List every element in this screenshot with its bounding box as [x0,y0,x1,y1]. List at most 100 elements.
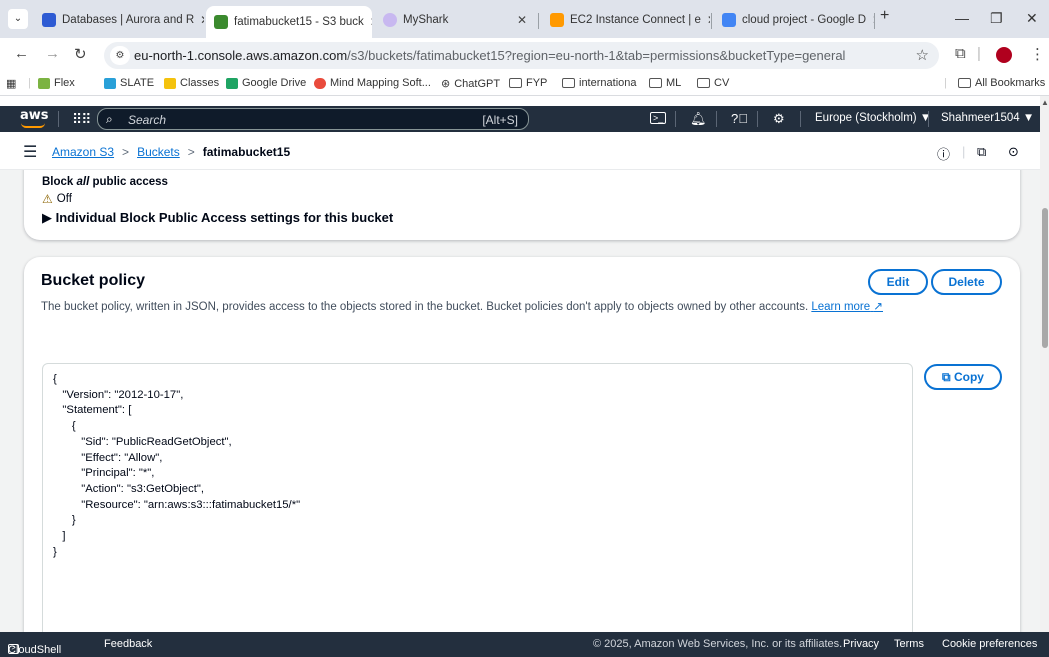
policy-json-viewer[interactable]: { "Version": "2012-10-17", "Statement": … [42,363,913,632]
bookmark-cv[interactable]: CV [697,77,729,89]
copyright-text: © 2025, Amazon Web Services, Inc. or its… [593,638,843,650]
aws-top-nav: aws ⠿⠿ ⌕ Search [Alt+S] >_ 🔔︎ ?⃝ ⚙ Europ… [0,106,1049,132]
address-bar-row: ← → ↻ ⚙ eu-north-1.console.aws.amazon.co… [0,38,1049,72]
extensions-icon[interactable]: ⧉ [955,45,966,62]
block-public-access-title: Block all public access [42,176,168,188]
scroll-up-arrow-icon[interactable]: ▲ [1041,98,1049,107]
back-arrow-icon[interactable]: ← [14,45,29,62]
hamburger-menu-icon[interactable]: ☰ [23,142,37,162]
bucket-policy-title: Bucket policy [41,272,146,289]
breadcrumb-separator: > [122,145,130,159]
page-scrollbar[interactable]: ▲ ▼ [1040,96,1049,657]
bookmark-slate[interactable]: SLATE [104,77,154,89]
account-menu[interactable]: Shahmeer1504 ▼ [941,112,1034,124]
folder-icon [509,78,522,88]
help-icon[interactable]: ?⃝ [731,111,748,126]
feedback-link[interactable]: Feedback [104,638,152,650]
nav-divider [757,111,758,127]
warning-icon: ⚠ [42,192,53,206]
search-icon: ⌕ [106,112,113,126]
nav-divider [716,111,717,127]
aws-logo[interactable]: aws [20,108,49,128]
slate-icon [104,77,116,89]
aws-search-input[interactable]: ⌕ Search [Alt+S] [97,108,529,130]
bookmark-chatgpt[interactable]: ⊛ ChatGPT [441,77,500,91]
copy-button[interactable]: ⧉ Copy [924,364,1002,390]
breadcrumb-separator: > [187,145,195,159]
bookmark-fyp[interactable]: FYP [509,77,547,89]
classes-icon [164,77,176,89]
main-content: Block all public access ⚠ Off ▶ Individu… [0,170,1040,632]
cloudshell-icon[interactable]: >_ [650,112,667,124]
tab-cloud-project[interactable]: cloud project - Google D ✕ [714,6,874,34]
cookie-preferences-link[interactable]: Cookie preferences [942,638,1037,650]
privacy-link[interactable]: Privacy [843,638,879,650]
restore-icon[interactable]: ❐ [990,10,1003,27]
split-panel-icon[interactable]: ⧉ [977,144,986,160]
delete-button[interactable]: Delete [931,269,1002,295]
bookmark-divider: | [944,77,947,89]
learn-more-link[interactable]: Learn more ↗ [811,301,883,313]
tab-databases[interactable]: Databases | Aurora and R ✕ [34,6,204,34]
console-footer: > CloudShell Feedback © 2025, Amazon Web … [0,632,1049,657]
bookmark-mind-mapping[interactable]: Mind Mapping Soft... [314,77,431,89]
tab-search-chevron-icon[interactable]: ⌄ [8,9,28,29]
edit-button[interactable]: Edit [868,269,928,295]
search-placeholder: Search [128,113,167,127]
tab-ec2-instance-connect[interactable]: EC2 Instance Connect | e ✕ [542,6,710,34]
breadcrumb-amazon-s3[interactable]: Amazon S3 [52,145,114,159]
tab-close-icon[interactable]: ✕ [517,13,527,27]
tab-close-icon[interactable]: ✕ [707,13,710,27]
scrollbar-thumb[interactable] [1042,208,1048,348]
site-info-icon[interactable]: ⚙ [110,46,130,65]
breadcrumb-buckets[interactable]: Buckets [137,145,180,159]
tab-myshark[interactable]: MyShark ✕ [375,6,535,34]
chatgpt-icon: ⊛ [441,78,451,90]
settings-gear-icon[interactable]: ⚙ [773,111,785,127]
info-icon[interactable]: ⓘ [937,144,950,163]
reload-icon[interactable]: ↻ [74,45,87,63]
individual-settings-expander[interactable]: ▶ Individual Block Public Access setting… [42,210,393,226]
region-selector[interactable]: Europe (Stockholm) ▼ [815,112,931,124]
flex-icon [38,77,50,89]
folder-icon [697,78,710,88]
all-bookmarks[interactable]: All Bookmarks [958,77,1045,89]
nav-divider [58,111,59,127]
tab-fatimabucket15[interactable]: fatimabucket15 - S3 buck ✕ [206,6,372,38]
profile-avatar[interactable] [996,47,1012,63]
breadcrumb: Amazon S3 > Buckets > fatimabucket15 [52,145,290,159]
bookmark-internationa[interactable]: internationa [562,77,637,89]
bookmark-ml[interactable]: ML [649,77,681,89]
folder-icon [958,78,971,88]
rds-favicon-icon [42,13,56,27]
breadcrumb-bar: ☰ Amazon S3 > Buckets > fatimabucket15 ⓘ… [0,132,1040,170]
bookmark-classes[interactable]: Classes [164,77,219,89]
bell-icon[interactable]: 🔔︎ [690,111,707,127]
tab-separator [538,13,539,29]
bookmark-google-drive[interactable]: Google Drive [226,77,306,89]
tab-close-icon[interactable]: ✕ [370,15,372,29]
browser-tab-strip: ⌄ Databases | Aurora and R ✕ fatimabucke… [0,0,1049,38]
google-drive-icon [226,77,238,89]
bookmark-star-icon[interactable]: ☆ [916,46,929,64]
bookmark-flex[interactable]: Flex [38,77,75,89]
services-grid-icon[interactable]: ⠿⠿ [72,111,91,128]
block-public-access-card: Block all public access ⚠ Off ▶ Individu… [24,170,1020,240]
google-docs-favicon-icon [722,13,736,27]
folder-icon [562,78,575,88]
forward-arrow-icon[interactable]: → [45,45,60,62]
minimize-icon[interactable]: — [955,10,969,26]
new-tab-button[interactable]: + [880,7,889,25]
url-text[interactable]: eu-north-1.console.aws.amazon.com/s3/buc… [134,48,845,63]
myshark-favicon-icon [383,13,397,27]
notifications-icon[interactable]: ⊙ [1008,144,1019,160]
tab-separator [711,13,712,29]
tab-close-icon[interactable]: ✕ [200,13,204,27]
bookmarks-bar: ▦ | Flex SLATE Classes Google Drive Mind… [0,72,1049,96]
close-window-icon[interactable]: ✕ [1026,10,1038,27]
browser-menu-icon[interactable]: ⋮ [1030,45,1045,63]
terms-link[interactable]: Terms [894,638,924,650]
apps-grid-icon[interactable]: ▦ [6,77,16,90]
nav-divider [675,111,676,127]
url-bar[interactable]: ⚙ eu-north-1.console.aws.amazon.com/s3/b… [104,42,939,69]
